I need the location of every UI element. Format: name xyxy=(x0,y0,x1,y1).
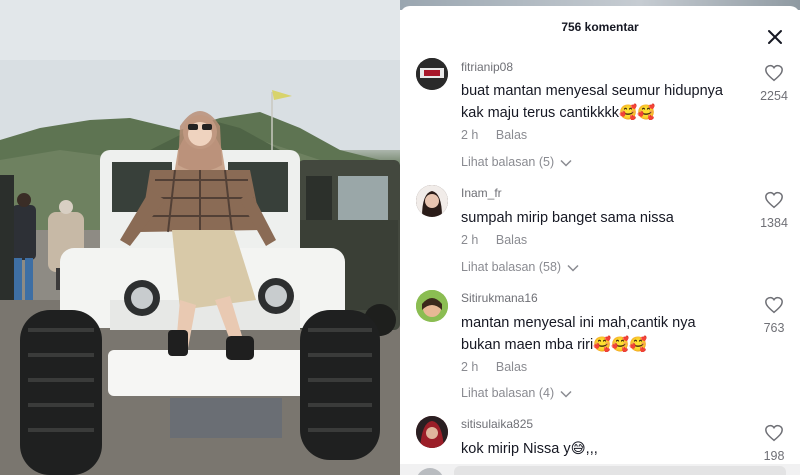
comment-text-line: sumpah mirip banget sama nissa xyxy=(461,210,674,226)
comment-text-line: buat mantan menyesal seumur hidupnya xyxy=(461,83,723,99)
comment-username[interactable]: sitisulaika825 xyxy=(461,417,533,431)
comment-time: 2 h xyxy=(461,233,479,247)
close-button[interactable] xyxy=(764,26,786,48)
heart-icon xyxy=(765,296,783,314)
comment-text-line: kok mirip Nissa y😅,,, xyxy=(461,441,598,457)
comment-input[interactable] xyxy=(454,466,786,475)
comment-text-line: bukan maen mba riri🥰🥰🥰 xyxy=(461,337,648,353)
avatar[interactable] xyxy=(416,185,448,217)
comment-text-line: kak maju terus cantikkkk🥰🥰 xyxy=(461,105,656,121)
heart-icon xyxy=(765,64,783,82)
heart-icon xyxy=(765,191,783,209)
view-replies-button[interactable]: Lihat balasan (5) xyxy=(461,155,572,169)
comment-text: mantan menyesal ini mah,cantik nya bukan… xyxy=(461,312,751,356)
reply-button[interactable]: Balas xyxy=(496,360,527,374)
chevron-down-icon xyxy=(560,390,572,398)
comment-text-line: mantan menyesal ini mah,cantik nya xyxy=(461,315,696,331)
comment-text: sumpah mirip banget sama nissa xyxy=(461,207,751,229)
view-replies-label: Lihat balasan (4) xyxy=(461,386,555,400)
view-replies-button[interactable]: Lihat balasan (58) xyxy=(461,260,579,274)
comment-username[interactable]: Sitirukmana16 xyxy=(461,291,538,305)
view-replies-button[interactable]: Lihat balasan (4) xyxy=(461,386,572,400)
comment-count-title: 756 komentar xyxy=(561,20,639,34)
comment-meta: 2 h Balas xyxy=(461,360,527,374)
comment-text: kok mirip Nissa y😅,,, xyxy=(461,438,751,460)
comments-sheet xyxy=(400,6,800,475)
reply-button[interactable]: Balas xyxy=(496,233,527,247)
like-button[interactable]: 1384 xyxy=(756,191,792,230)
comment-meta: 2 h Balas xyxy=(461,233,527,247)
comment-text: buat mantan menyesal seumur hidupnya kak… xyxy=(461,80,751,124)
like-button[interactable]: 2254 xyxy=(756,64,792,103)
comments-panel: 756 komentar fitrianip08 buat mantan men… xyxy=(400,0,800,475)
chevron-down-icon xyxy=(567,264,579,272)
like-button[interactable]: 198 xyxy=(756,424,792,463)
heart-icon xyxy=(765,424,783,442)
avatar[interactable] xyxy=(416,58,448,90)
view-replies-label: Lihat balasan (5) xyxy=(461,155,555,169)
video-photo xyxy=(0,0,400,475)
view-replies-label: Lihat balasan (58) xyxy=(461,260,562,274)
comment-username[interactable]: Inam_fr xyxy=(461,186,502,200)
avatar[interactable] xyxy=(416,290,448,322)
avatar-image xyxy=(416,185,448,217)
comment-time: 2 h xyxy=(461,360,479,374)
avatar-image xyxy=(416,290,448,322)
like-button[interactable]: 763 xyxy=(756,296,792,335)
photo-illustration xyxy=(0,0,400,475)
like-count: 2254 xyxy=(760,89,788,103)
comment-meta: 2 h Balas xyxy=(461,128,527,142)
comment-time: 2 h xyxy=(461,128,479,142)
avatar-image xyxy=(416,58,448,90)
like-count: 763 xyxy=(763,321,785,335)
comment-username[interactable]: fitrianip08 xyxy=(461,60,513,74)
like-count: 1384 xyxy=(760,216,788,230)
like-count: 198 xyxy=(763,449,785,463)
avatar[interactable] xyxy=(416,416,448,448)
reply-button[interactable]: Balas xyxy=(496,128,527,142)
chevron-down-icon xyxy=(560,159,572,167)
avatar-image xyxy=(416,416,448,448)
close-icon xyxy=(768,30,782,44)
